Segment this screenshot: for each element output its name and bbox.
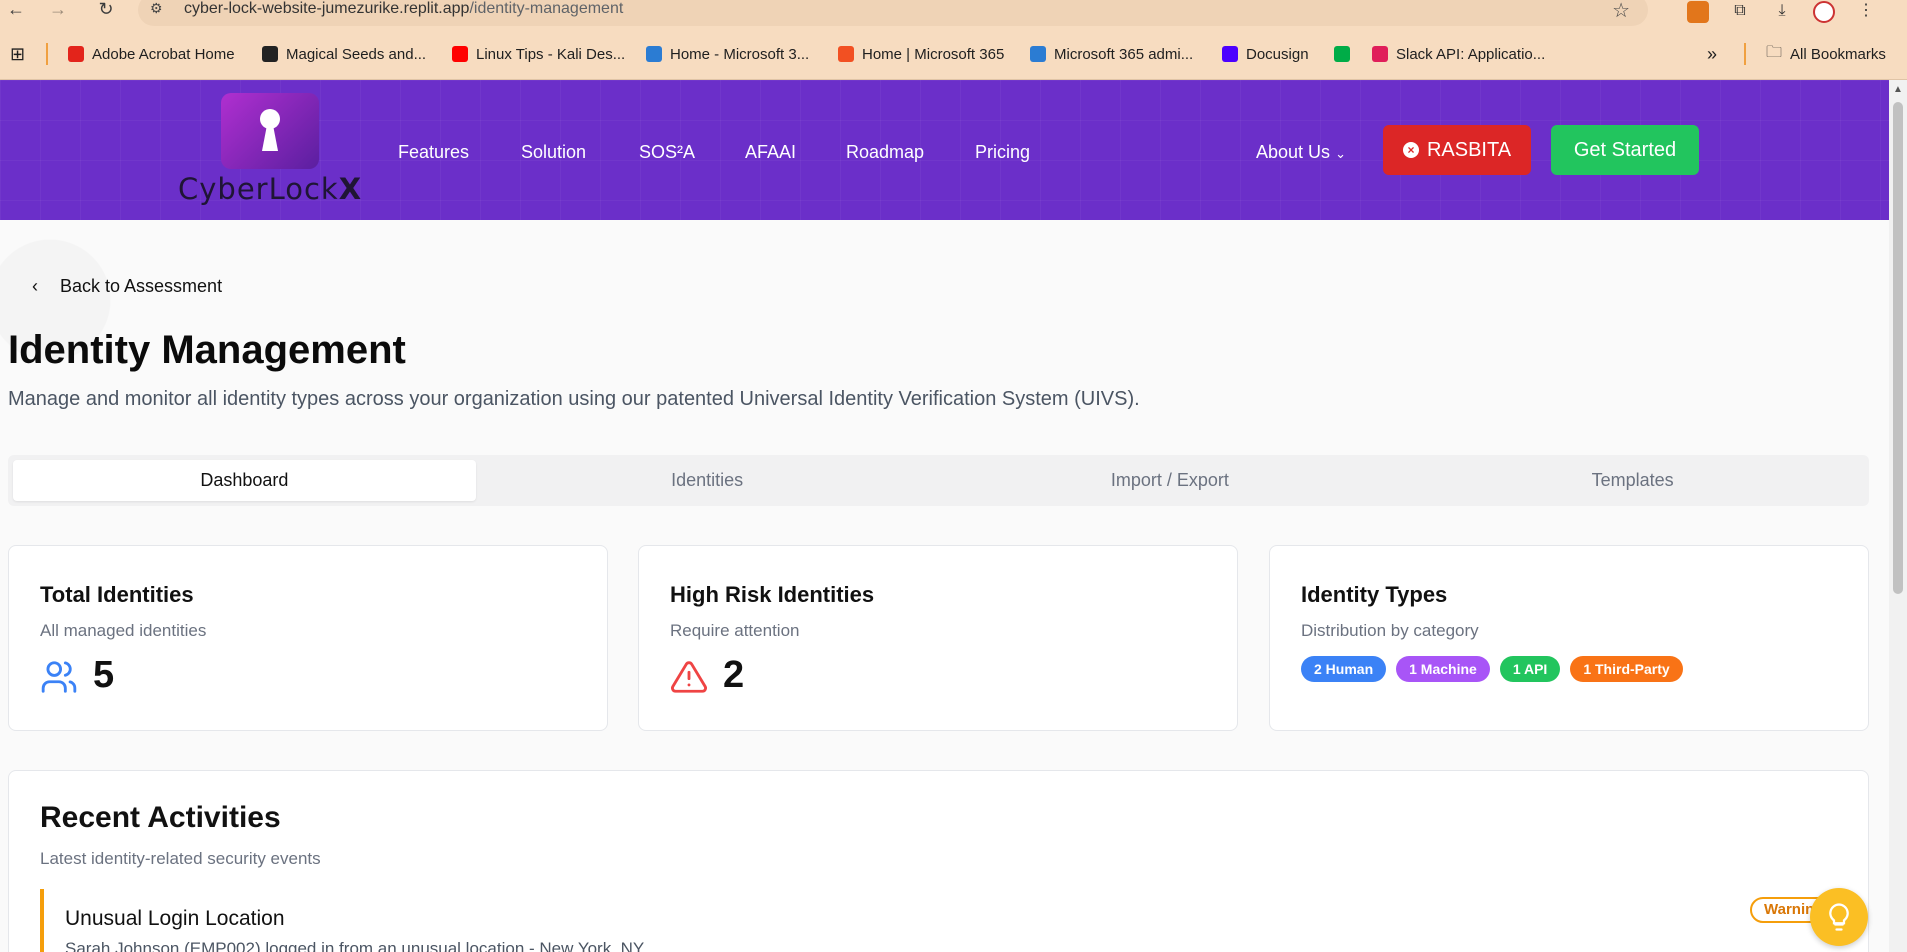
extensions-area: ⧉ ⤓ ⋮ [1687, 0, 1877, 24]
microsoft-logo-icon [838, 46, 854, 62]
slack-icon [1372, 46, 1388, 62]
metamask-icon[interactable] [1687, 1, 1709, 23]
bookmark-magical-seeds[interactable]: Magical Seeds and... [262, 44, 426, 64]
reload-icon[interactable]: ↻ [94, 0, 118, 20]
tab-import-export[interactable]: Import / Export [939, 460, 1402, 501]
activity-description: Sarah Johnson (EMP002) logged in from an… [65, 939, 645, 952]
forward-arrow-icon[interactable]: → [46, 0, 70, 20]
url-text[interactable]: cyber-lock-website-jumezurike.replit.app… [184, 0, 623, 18]
extensions-puzzle-icon[interactable]: ⧉ [1729, 1, 1751, 23]
pill-api: 1 API [1499, 656, 1561, 682]
site-info-icon[interactable]: ⚙ [150, 0, 163, 17]
folder-icon: 🗀 [1766, 43, 1783, 61]
card-description: Distribution by category [1301, 621, 1479, 640]
high-risk-value: 2 [723, 654, 745, 696]
page-content: ‹ Back to Assessment Identity Management… [0, 220, 1889, 952]
chevron-down-icon: ⌄ [1335, 146, 1346, 161]
nav-features[interactable]: Features [398, 142, 469, 163]
activity-item[interactable]: Unusual Login Location Sarah Johnson (EM… [40, 889, 1840, 952]
logo-text[interactable]: CyberLockX [178, 172, 362, 206]
lightbulb-icon [1829, 903, 1849, 931]
total-identities-value: 5 [93, 654, 115, 696]
docusign-icon [1222, 46, 1238, 62]
tab-dashboard[interactable]: Dashboard [13, 460, 476, 501]
high-risk-card: High Risk Identities Require attention 2 [638, 545, 1238, 731]
bookmark-microsoft-admin[interactable]: Microsoft 365 admi... [1030, 44, 1193, 64]
scroll-thumb[interactable] [1893, 102, 1903, 594]
google-meet-icon [1334, 46, 1350, 62]
page-title: Identity Management [8, 328, 406, 372]
nav-afaai[interactable]: AFAAI [745, 142, 796, 163]
bookmark-star-icon[interactable]: ☆ [1612, 0, 1630, 23]
pill-human: 2 Human [1301, 656, 1387, 682]
keyhole-icon [260, 109, 280, 151]
microsoft-admin-icon [646, 46, 662, 62]
recent-activities-description: Latest identity-related security events [40, 849, 321, 868]
magical-seeds-icon [262, 46, 278, 62]
alert-triangle-icon [671, 661, 707, 693]
bookmark-separator [1744, 43, 1746, 65]
nav-solution[interactable]: Solution [521, 142, 586, 163]
nav-pricing[interactable]: Pricing [975, 142, 1030, 163]
card-description: Require attention [670, 621, 800, 640]
scroll-up-icon[interactable]: ▲ [1893, 84, 1903, 95]
all-bookmarks[interactable]: 🗀 All Bookmarks [1766, 44, 1886, 64]
back-arrow-icon[interactable]: ← [4, 0, 28, 20]
youtube-icon [452, 46, 468, 62]
tab-list: Dashboard Identities Import / Export Tem… [8, 455, 1869, 506]
page-subtitle: Manage and monitor all identity types ac… [8, 388, 1140, 410]
card-title: Identity Types [1301, 582, 1448, 607]
chevron-left-icon: ‹ [32, 276, 38, 296]
card-title: High Risk Identities [670, 582, 875, 607]
bookmark-slack-api[interactable]: Slack API: Applicatio... [1372, 44, 1545, 64]
back-to-assessment-link[interactable]: ‹ Back to Assessment [32, 276, 222, 297]
bookmark-google-meet[interactable] [1334, 44, 1350, 64]
recent-activities-title: Recent Activities [40, 801, 281, 834]
card-title: Total Identities [40, 582, 194, 607]
download-icon[interactable]: ⤓ [1771, 1, 1793, 23]
page-scrollbar[interactable]: ▲ [1889, 80, 1907, 952]
users-icon [41, 661, 77, 693]
bookmarks-bar: ⊞ Adobe Acrobat Home Magical Seeds and..… [0, 27, 1907, 80]
pill-machine: 1 Machine [1396, 656, 1490, 682]
bookmark-linux-tips[interactable]: Linux Tips - Kali Des... [452, 44, 625, 64]
more-bookmarks-icon[interactable]: » [1707, 44, 1717, 64]
microsoft-admin-icon [1030, 46, 1046, 62]
get-started-button[interactable]: Get Started [1551, 125, 1699, 175]
bookmark-separator [46, 43, 48, 65]
tab-identities[interactable]: Identities [476, 460, 939, 501]
adobe-icon [68, 46, 84, 62]
help-lightbulb-button[interactable] [1810, 888, 1868, 946]
identity-types-card: Identity Types Distribution by category … [1269, 545, 1869, 731]
pill-third-party: 1 Third-Party [1570, 656, 1683, 682]
menu-dots-icon[interactable]: ⋮ [1855, 1, 1877, 23]
apps-grid-icon[interactable]: ⊞ [10, 44, 25, 64]
logo-image[interactable] [221, 93, 319, 169]
activity-title: Unusual Login Location [65, 907, 285, 930]
site-header: CyberLockX Features Solution SOS²A AFAAI… [0, 80, 1889, 220]
nav-sos2a[interactable]: SOS²A [639, 142, 695, 163]
total-identities-card: Total Identities All managed identities … [8, 545, 608, 731]
bookmark-docusign[interactable]: Docusign [1222, 44, 1309, 64]
bookmark-adobe[interactable]: Adobe Acrobat Home [68, 44, 235, 64]
browser-toolbar: ← → ↻ ⚙ cyber-lock-website-jumezurike.re… [0, 0, 1907, 27]
identity-type-pills: 2 Human 1 Machine 1 API 1 Third-Party [1301, 656, 1683, 682]
tab-templates[interactable]: Templates [1401, 460, 1864, 501]
bookmark-microsoft-3[interactable]: Home - Microsoft 3... [646, 44, 809, 64]
recent-activities-card: Recent Activities Latest identity-relate… [8, 770, 1869, 952]
about-us-dropdown[interactable]: About Us ⌄ [1256, 142, 1346, 163]
rasbita-button[interactable]: × RASBITA [1383, 125, 1531, 175]
x-circle-icon: × [1402, 142, 1419, 158]
profile-avatar[interactable] [1813, 1, 1835, 23]
address-bar[interactable]: ⚙ cyber-lock-website-jumezurike.replit.a… [138, 0, 1648, 26]
bookmark-microsoft-365[interactable]: Home | Microsoft 365 [838, 44, 1004, 64]
nav-roadmap[interactable]: Roadmap [846, 142, 924, 163]
card-description: All managed identities [40, 621, 207, 640]
